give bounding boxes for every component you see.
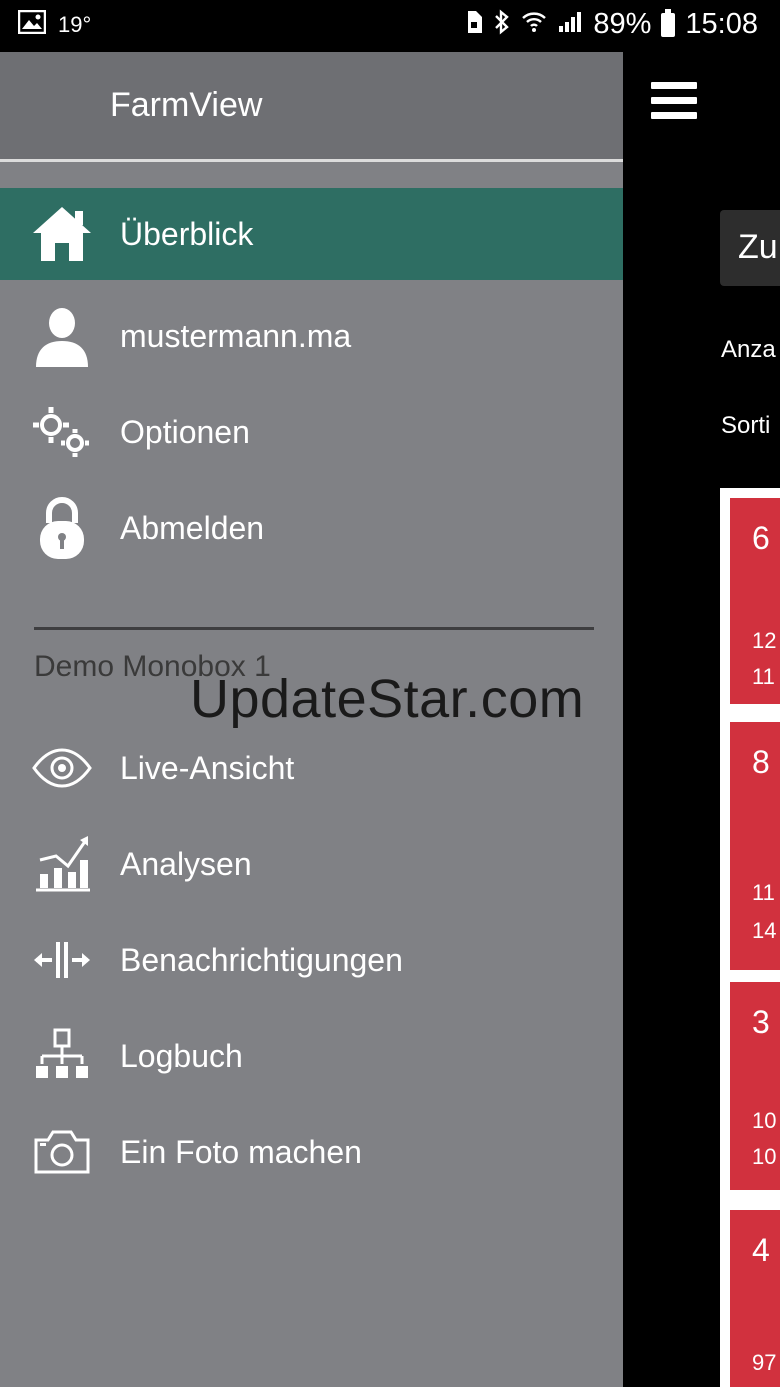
wifi-icon [521, 10, 547, 40]
list-item[interactable]: 4 97 [730, 1210, 780, 1387]
watermark-text: UpdateStar.com [190, 669, 585, 729]
card-line: 12 [752, 628, 777, 653]
main-content: Zu Anza Sorti 6 12 11 8 11 14 3 10 10 4 … [623, 52, 780, 1387]
menu-item-overview[interactable]: Überblick [0, 188, 623, 280]
status-bar: 19° 89% 15:08 [0, 0, 780, 52]
drawer-divider [34, 627, 594, 630]
menu-label: Analysen [120, 845, 252, 882]
menu-label: Live-Ansicht [120, 749, 295, 786]
camera-icon [30, 1120, 94, 1184]
sitemap-icon [30, 1024, 94, 1088]
chart-icon [30, 832, 94, 896]
signal-icon [557, 10, 583, 40]
list-item[interactable]: 3 10 10 [730, 982, 780, 1190]
list-item[interactable]: 8 11 14 [730, 722, 780, 970]
card-value: 6 [752, 520, 770, 556]
split-arrows-icon [30, 928, 94, 992]
menu-label: Abmelden [120, 509, 265, 546]
app-title: FarmView [110, 86, 263, 124]
bluetooth-icon [493, 8, 511, 41]
menu-item-logout[interactable]: Abmelden [0, 482, 623, 574]
card-list: 6 12 11 8 11 14 3 10 10 4 97 [720, 488, 780, 1387]
battery-icon [661, 8, 676, 37]
menu-label: Logbuch [120, 1037, 243, 1074]
menu-label: mustermann.ma [120, 317, 352, 354]
user-icon [30, 304, 94, 368]
menu-item-options[interactable]: Optionen [0, 386, 623, 478]
menu-label: Überblick [120, 215, 254, 252]
menu-item-notifications[interactable]: Benachrichtigungen [0, 914, 623, 1006]
sim-icon [465, 10, 483, 40]
lock-icon [30, 496, 94, 560]
card-line: 10 [752, 1144, 777, 1169]
home-icon [30, 202, 94, 266]
menu-item-logbook[interactable]: Logbuch [0, 1010, 623, 1102]
card-line: 14 [752, 918, 777, 943]
menu-label: Benachrichtigungen [120, 941, 403, 978]
menu-item-live-view[interactable]: Live-Ansicht [0, 722, 623, 814]
gears-icon [30, 400, 94, 464]
card-line: 97 [752, 1350, 777, 1375]
card-line: 11 [752, 664, 775, 689]
card-line: 10 [752, 1108, 777, 1133]
list-item[interactable]: 6 12 11 [730, 498, 780, 704]
clock-time: 15:08 [685, 8, 758, 40]
card-value: 4 [752, 1232, 770, 1268]
main-label-count: Anza [721, 336, 776, 363]
card-value: 8 [752, 744, 770, 780]
menu-item-user[interactable]: mustermann.ma [0, 290, 623, 382]
menu-item-take-photo[interactable]: Ein Foto machen [0, 1106, 623, 1198]
drawer-header: FarmView [0, 52, 623, 162]
card-line: 11 [752, 880, 775, 905]
battery-percent: 89% [593, 8, 652, 40]
temperature-text: 19° [58, 12, 92, 37]
menu-label: Ein Foto machen [120, 1133, 362, 1170]
menu-label: Optionen [120, 413, 250, 450]
card-value: 3 [752, 1004, 770, 1040]
menu-icon[interactable] [651, 82, 697, 122]
eye-icon [30, 736, 94, 800]
menu-item-analyses[interactable]: Analysen [0, 818, 623, 910]
main-button[interactable]: Zu [720, 210, 780, 286]
main-label-sort: Sorti [721, 412, 771, 439]
gallery-icon [17, 9, 47, 40]
